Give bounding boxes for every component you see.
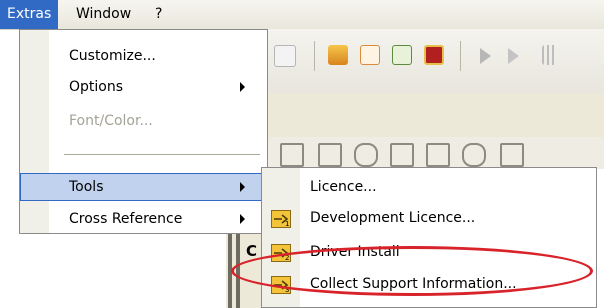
menu-item-tools[interactable]: Tools: [20, 173, 267, 201]
play-icon[interactable]: [480, 48, 491, 64]
toolbar: [268, 29, 604, 93]
toolbar-separator: [314, 41, 315, 71]
toolbar-separator: [460, 41, 461, 71]
svg-text:1: 1: [285, 220, 289, 228]
secondary-toolbar: [268, 137, 604, 169]
menu-help[interactable]: ?: [148, 0, 169, 29]
submenu-arrow-icon: [240, 182, 245, 192]
extras-menu: Customize... Options Font/Color... Tools…: [19, 29, 268, 234]
menu-item-label: Options: [69, 79, 124, 95]
target-icon[interactable]: [462, 143, 486, 167]
annotation-ellipse: [231, 246, 593, 296]
grid-icon[interactable]: [392, 45, 412, 65]
menu-item-label: Customize...: [69, 48, 156, 64]
menu-item-licence[interactable]: Licence...: [262, 172, 596, 202]
export-icon[interactable]: [390, 143, 414, 167]
menu-item-label: Font/Color...: [69, 113, 153, 129]
menu-separator: [64, 154, 260, 155]
monitor-icon[interactable]: [424, 45, 444, 65]
menu-item-label: Development Licence...: [310, 210, 476, 226]
folder-icon[interactable]: [500, 143, 524, 167]
submenu-arrow-icon: [240, 82, 245, 92]
menu-item-options[interactable]: Options: [20, 73, 267, 101]
panel-background: [268, 93, 604, 137]
menu-item-label: Licence...: [310, 179, 377, 195]
calendar-icon[interactable]: [360, 45, 380, 65]
undo-icon[interactable]: [274, 45, 296, 67]
pause-icon[interactable]: [542, 45, 556, 65]
tool-icon[interactable]: [280, 143, 304, 167]
menu-item-label: Cross Reference: [69, 211, 183, 227]
layers-icon[interactable]: [328, 45, 348, 65]
step-icon[interactable]: [508, 48, 519, 64]
key-1-icon: 1: [271, 209, 291, 228]
menu-item-cross-reference[interactable]: Cross Reference: [20, 205, 267, 233]
stop-icon[interactable]: [354, 143, 378, 167]
tool-icon[interactable]: [318, 143, 342, 167]
menu-item-font-color: Font/Color...: [20, 107, 267, 135]
menu-bar: Extras Window ?: [0, 0, 604, 30]
menu-extras[interactable]: Extras: [0, 0, 59, 29]
menu-item-development-licence[interactable]: 1 Development Licence...: [262, 203, 596, 233]
submenu-arrow-icon: [240, 214, 245, 224]
home-icon[interactable]: [426, 143, 450, 167]
menu-window[interactable]: Window: [69, 0, 138, 29]
menu-item-label: Tools: [69, 179, 104, 195]
menu-item-customize[interactable]: Customize...: [20, 42, 267, 70]
